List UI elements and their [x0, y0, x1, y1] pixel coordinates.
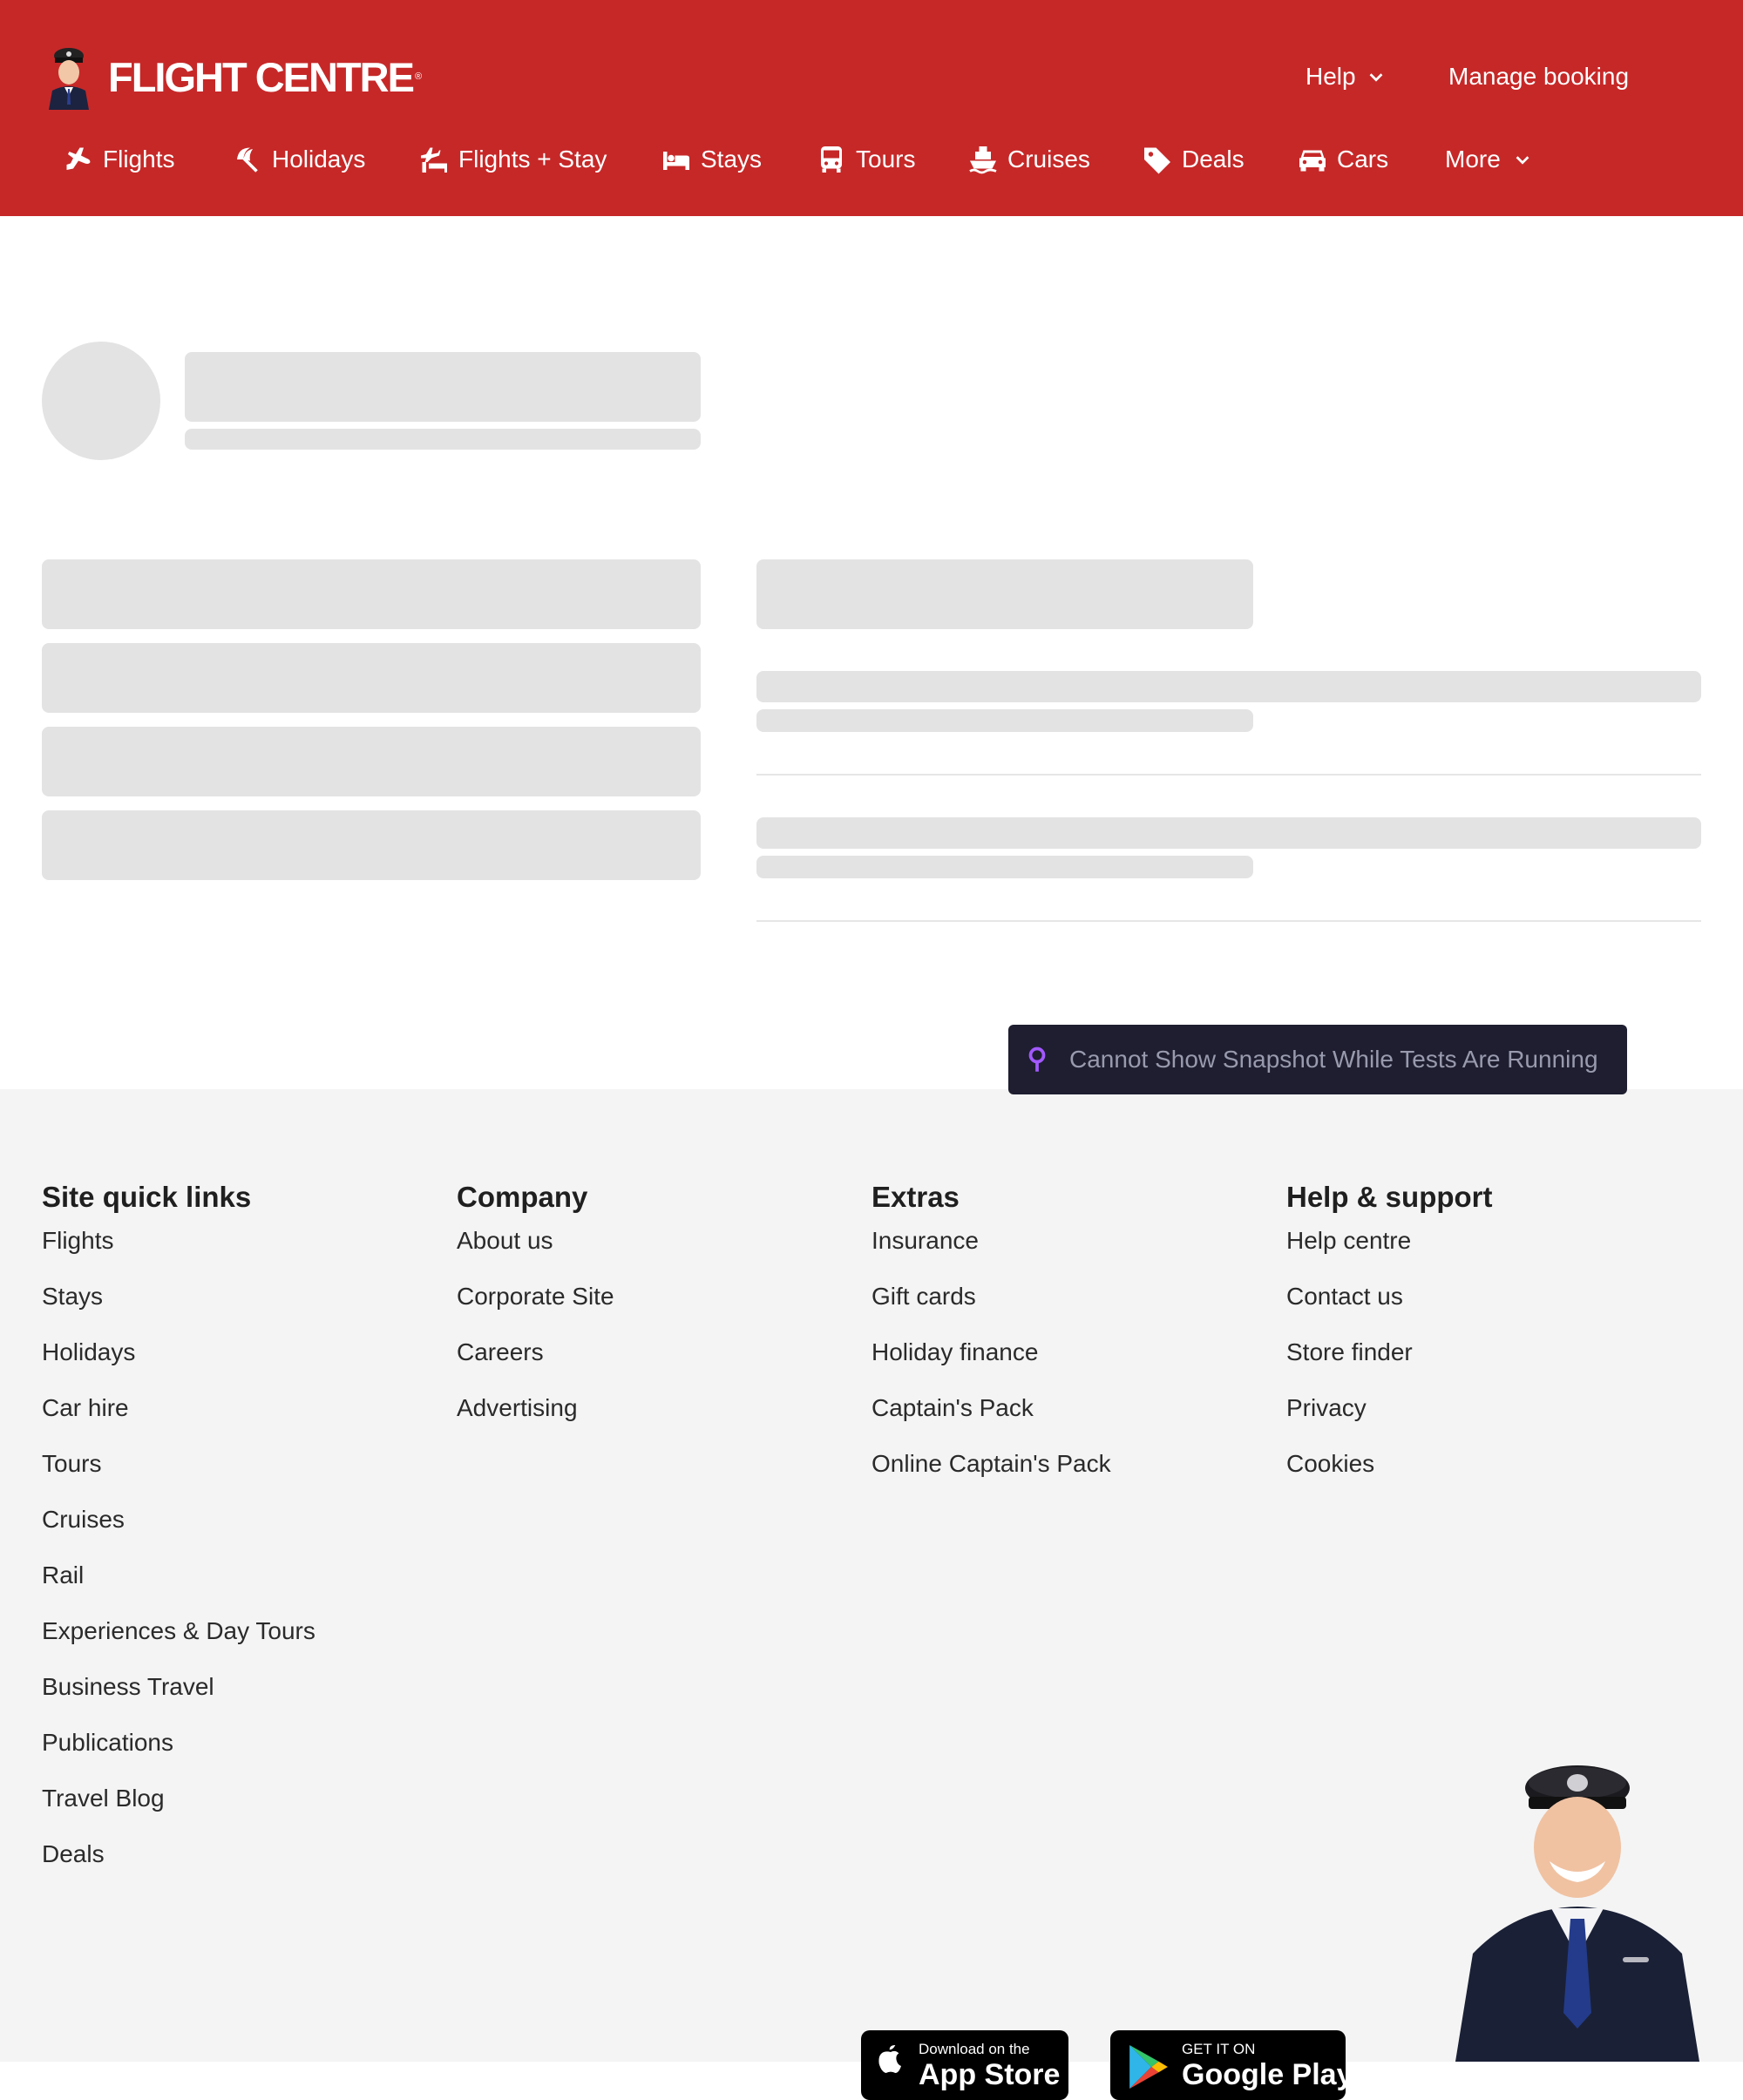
footer-link[interactable]: Privacy	[1286, 1387, 1493, 1443]
site-footer: Site quick links Flights Stays Holidays …	[0, 1089, 1743, 2100]
skeleton-block	[42, 559, 701, 629]
footer-link[interactable]: Online Captain's Pack	[872, 1443, 1111, 1499]
site-header: FLIGHT CENTRE ® Help Manage booking Flig…	[0, 0, 1743, 216]
beach-umbrella-icon	[237, 147, 258, 173]
skeleton-avatar	[42, 342, 160, 460]
footer-heading: Company	[457, 1181, 588, 1213]
nav-label: Stays	[701, 146, 763, 173]
nav-label: Flights + Stay	[458, 146, 607, 173]
bus-icon	[821, 146, 842, 173]
nav-label: Cars	[1337, 146, 1389, 173]
footer-link[interactable]: Holidays	[42, 1331, 315, 1387]
footer-link[interactable]: Deals	[42, 1833, 315, 1889]
footer-link[interactable]: Captain's Pack	[872, 1387, 1111, 1443]
nav-item-flights-stay[interactable]: Flights + Stay	[418, 138, 607, 181]
apple-icon	[878, 2045, 901, 2073]
nav-item-stays[interactable]: Stays	[661, 138, 762, 181]
footer-heading: Extras	[872, 1181, 960, 1213]
footer-link[interactable]: Advertising	[457, 1387, 614, 1443]
footer-heading: Site quick links	[42, 1181, 252, 1213]
nav-label: Flights	[103, 146, 175, 173]
footer-link[interactable]: About us	[457, 1220, 614, 1276]
snapshot-notice: Cannot Show Snapshot While Tests Are Run…	[1008, 1025, 1627, 1094]
footer-link[interactable]: Stays	[42, 1276, 315, 1331]
footer-link[interactable]: Rail	[42, 1555, 315, 1610]
nav-item-flights[interactable]: Flights	[63, 138, 174, 181]
manage-booking-label: Manage booking	[1448, 63, 1630, 90]
nav-label: Cruises	[1007, 146, 1090, 173]
app-store-big-text: App Store	[919, 2058, 1061, 2091]
footer-link[interactable]: Careers	[457, 1331, 614, 1387]
plane-icon	[66, 147, 91, 170]
footer-link[interactable]: Gift cards	[872, 1276, 1111, 1331]
skeleton-line	[756, 709, 1253, 732]
pin-icon	[1028, 1047, 1046, 1072]
google-play-icon	[1129, 2045, 1168, 2089]
footer-link[interactable]: Insurance	[872, 1220, 1111, 1276]
nav-item-tours[interactable]: Tours	[816, 138, 915, 181]
footer-link[interactable]: Cruises	[42, 1499, 315, 1555]
nav-label: More	[1445, 146, 1501, 173]
footer-link[interactable]: Experiences & Day Tours	[42, 1610, 315, 1666]
footer-link[interactable]: Publications	[42, 1722, 315, 1778]
skeleton-line	[756, 856, 1253, 878]
google-play-big-text: Google Play	[1182, 2058, 1346, 2091]
nav-item-deals[interactable]: Deals	[1142, 138, 1245, 181]
footer-link[interactable]: Cookies	[1286, 1443, 1493, 1499]
nav-label: Tours	[856, 146, 916, 173]
manage-booking-link[interactable]: Manage booking	[1448, 56, 1629, 98]
flight-stay-icon	[421, 147, 447, 173]
skeleton-title	[185, 352, 701, 422]
footer-heading: Help & support	[1286, 1181, 1493, 1213]
footer-column-company: Company About us Corporate Site Careers …	[457, 1175, 614, 1443]
tag-icon	[1144, 147, 1170, 174]
chevron-down-icon	[1516, 156, 1529, 165]
chevron-down-icon	[1369, 73, 1382, 82]
registered-mark: ®	[414, 71, 423, 82]
car-icon	[1299, 150, 1326, 172]
nav-item-cars[interactable]: Cars	[1297, 138, 1388, 181]
footer-column-site-quick-links: Site quick links Flights Stays Holidays …	[42, 1175, 315, 1889]
footer-link[interactable]: Tours	[42, 1443, 315, 1499]
footer-link[interactable]: Contact us	[1286, 1276, 1493, 1331]
captain-mascot-image	[1455, 1765, 1699, 2062]
footer-column-extras: Extras Insurance Gift cards Holiday fina…	[872, 1175, 1111, 1499]
captain-logo-icon	[49, 48, 89, 110]
app-store-small-text: Download on the	[919, 2041, 1030, 2057]
footer-link[interactable]: Store finder	[1286, 1331, 1493, 1387]
footer-link[interactable]: Help centre	[1286, 1220, 1493, 1276]
footer-link[interactable]: Business Travel	[42, 1666, 315, 1722]
google-play-button[interactable]: GET IT ON Google Play	[1110, 2030, 1346, 2100]
snapshot-notice-text: Cannot Show Snapshot While Tests Are Run…	[1069, 1046, 1598, 1073]
help-label: Help	[1306, 63, 1356, 90]
nav-label: Holidays	[272, 146, 366, 173]
nav-label: Deals	[1182, 146, 1245, 173]
ship-icon	[969, 146, 997, 174]
footer-link[interactable]: Travel Blog	[42, 1778, 315, 1833]
divider	[756, 920, 1701, 922]
google-play-small-text: GET IT ON	[1182, 2041, 1256, 2057]
brand-name: FLIGHT CENTRE	[108, 53, 415, 100]
footer-column-help-support: Help & support Help centre Contact us St…	[1286, 1175, 1493, 1499]
bed-icon	[663, 152, 689, 170]
nav-item-more[interactable]: More	[1445, 138, 1532, 181]
skeleton-line	[756, 671, 1701, 702]
skeleton-subtitle	[185, 429, 701, 450]
nav-item-holidays[interactable]: Holidays	[232, 138, 365, 181]
skeleton-heading	[756, 559, 1253, 629]
help-menu-button[interactable]: Help	[1306, 56, 1386, 98]
skeleton-line	[756, 817, 1701, 849]
nav-item-cruises[interactable]: Cruises	[967, 138, 1090, 181]
footer-link[interactable]: Holiday finance	[872, 1331, 1111, 1387]
footer-link[interactable]: Flights	[42, 1220, 315, 1276]
skeleton-block	[42, 643, 701, 713]
divider	[756, 774, 1701, 776]
skeleton-block	[42, 727, 701, 796]
brand-logo[interactable]: FLIGHT CENTRE ®	[44, 44, 422, 110]
app-store-button[interactable]: Download on the App Store	[861, 2030, 1068, 2100]
footer-link[interactable]: Car hire	[42, 1387, 315, 1443]
skeleton-block	[42, 810, 701, 880]
footer-link[interactable]: Corporate Site	[457, 1276, 614, 1331]
main-nav: Flights Holidays Flights + Stay Stays To…	[0, 138, 1743, 181]
